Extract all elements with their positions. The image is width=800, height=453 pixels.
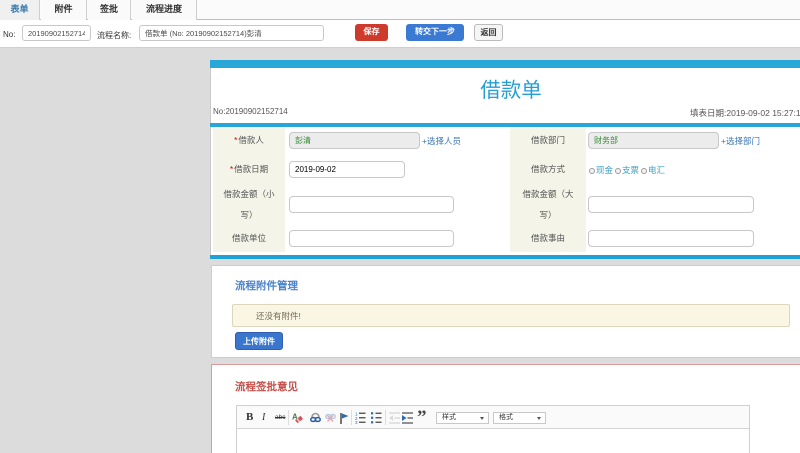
svg-text:3: 3 — [355, 420, 358, 424]
